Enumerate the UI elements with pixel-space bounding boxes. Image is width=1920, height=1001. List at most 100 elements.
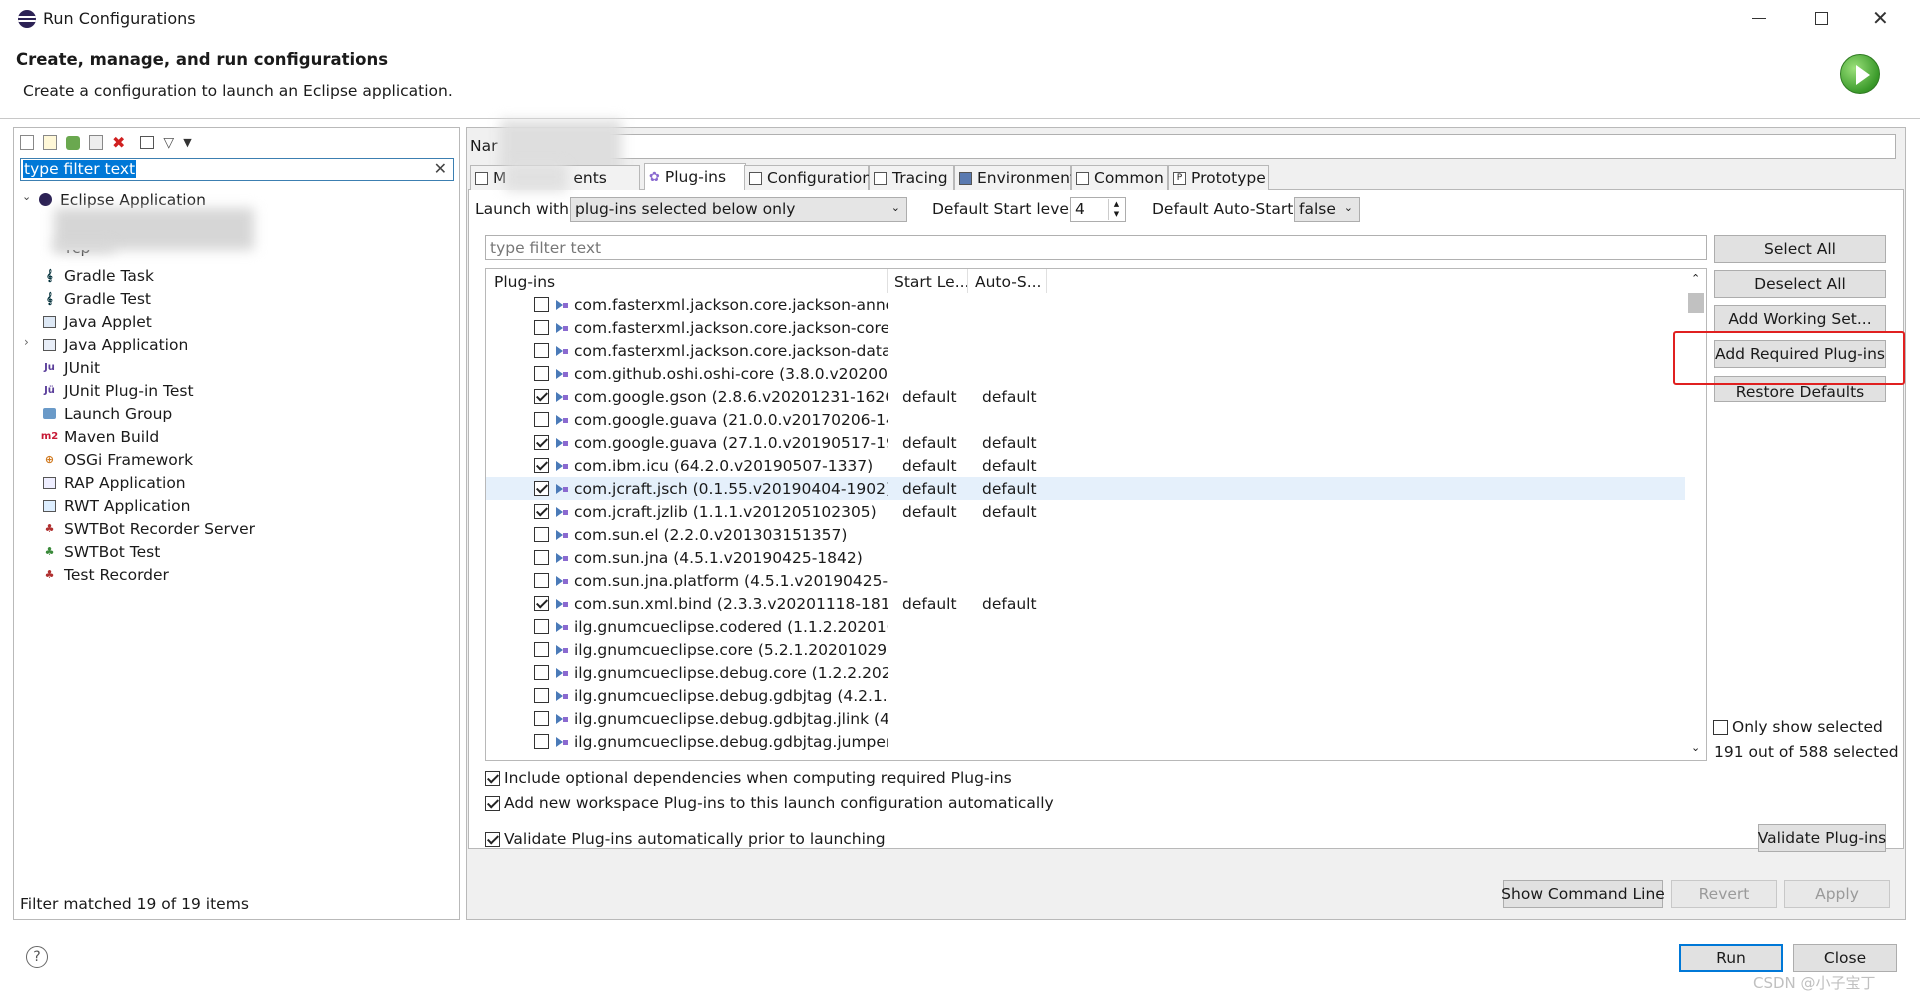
tree-item-swtbot-recorder-server[interactable]: ♣ SWTBot Recorder Server (42, 517, 255, 540)
plugin-checkbox[interactable] (534, 504, 549, 519)
column-header-auto-start[interactable]: Auto-S... (975, 273, 1042, 291)
plugin-auto-start[interactable]: default (982, 434, 1037, 452)
spinner-arrows-icon[interactable]: ▲ ▼ (1108, 199, 1124, 220)
launch-with-select[interactable]: plug-ins selected below only ⌄ (570, 197, 907, 222)
plugin-start-level[interactable]: default (902, 434, 957, 452)
plugin-auto-start[interactable]: default (982, 480, 1037, 498)
delete-icon[interactable]: ✖ (112, 133, 125, 152)
plugin-row[interactable]: ilg.gnumcueclipse.debug.gdbjtag (4.2.1.2… (486, 684, 1686, 707)
plugin-auto-start[interactable]: default (982, 595, 1037, 613)
plugin-row[interactable]: com.ibm.icu (64.2.0.v20190507-1337) defau… (486, 454, 1686, 477)
tab-plugins[interactable]: ✿ Plug-ins (644, 163, 746, 190)
start-level-spinner[interactable]: 4 ▲ ▼ (1070, 197, 1126, 222)
name-input[interactable] (600, 134, 1896, 159)
select-all-button[interactable]: Select All (1714, 235, 1886, 263)
config-filter-input[interactable]: type filter text ✕ (20, 158, 454, 181)
plugin-start-level[interactable]: default (902, 595, 957, 613)
export-icon[interactable] (66, 135, 80, 150)
plugin-row[interactable]: ilg.gnumcueclipse.core (5.2.1.2020102920… (486, 638, 1686, 661)
tab-common[interactable]: Common (1071, 165, 1168, 190)
help-icon[interactable]: ? (26, 946, 48, 968)
plugin-checkbox[interactable] (534, 734, 549, 749)
plugin-row[interactable]: com.fasterxml.jackson.core.jackson-core … (486, 316, 1686, 339)
plugin-checkbox[interactable] (534, 711, 549, 726)
plugin-checkbox[interactable] (534, 688, 549, 703)
clear-filter-icon[interactable]: ✕ (434, 159, 447, 178)
plugin-checkbox[interactable] (534, 619, 549, 634)
plugin-row[interactable]: ilg.gnumcueclipse.debug.core (1.2.2.2020… (486, 661, 1686, 684)
plugin-checkbox[interactable] (534, 550, 549, 565)
plugin-row[interactable]: ilg.gnumcueclipse.debug.gdbjtag.jumper ( (486, 730, 1686, 753)
tree-expander-icon[interactable]: › (24, 335, 29, 349)
filter-icon[interactable]: ▽ (163, 135, 174, 151)
plugin-start-level[interactable]: default (902, 388, 957, 406)
close-button[interactable]: Close (1793, 944, 1897, 972)
plugin-row[interactable]: com.fasterxml.jackson.core.jackson-datab… (486, 339, 1686, 362)
plugin-auto-start[interactable]: default (982, 503, 1037, 521)
plugin-checkbox[interactable] (534, 297, 549, 312)
scroll-up-icon[interactable]: ⌃ (1691, 272, 1700, 285)
validate-plugins-button[interactable]: Validate Plug-ins (1758, 824, 1886, 852)
tree-item-swtbot-test[interactable]: ♣ SWTBot Test (42, 540, 161, 563)
deselect-all-button[interactable]: Deselect All (1714, 270, 1886, 298)
plugin-row[interactable]: com.fasterxml.jackson.core.jackson-annot… (486, 293, 1686, 316)
add-working-set-button[interactable]: Add Working Set... (1714, 305, 1886, 333)
scroll-thumb[interactable] (1688, 293, 1704, 313)
tree-item-gradle-task[interactable]: 𝄞 Gradle Task (42, 264, 154, 287)
plugin-checkbox[interactable] (534, 458, 549, 473)
only-show-selected[interactable]: Only show selected (1713, 718, 1883, 736)
scroll-down-icon[interactable]: ⌄ (1691, 741, 1700, 754)
column-header-start-level[interactable]: Start Le... (894, 273, 969, 291)
plugin-start-level[interactable]: default (902, 457, 957, 475)
plugin-row[interactable]: com.sun.jna (4.5.1.v20190425-1842) (486, 546, 1686, 569)
plugin-start-level[interactable]: default (902, 480, 957, 498)
plugin-auto-start[interactable]: default (982, 388, 1037, 406)
tree-item-rap-application[interactable]: RAP Application (42, 471, 186, 494)
tab-configuration[interactable]: Configuration (744, 165, 872, 190)
plugin-filter-input[interactable]: type filter text (485, 235, 1707, 260)
add-new-workspace-option[interactable]: Add new workspace Plug-ins to this launc… (485, 794, 1054, 812)
show-command-line-button[interactable]: Show Command Line (1501, 880, 1665, 908)
plugin-row[interactable]: ilg.gnumcueclipse.debug.gdbjtag.jlink (4… (486, 707, 1686, 730)
run-button[interactable]: Run (1679, 944, 1783, 972)
plugin-checkbox[interactable] (534, 481, 549, 496)
plugin-auto-start[interactable]: default (982, 457, 1037, 475)
plugin-checkbox[interactable] (534, 665, 549, 680)
plugin-checkbox[interactable] (534, 366, 549, 381)
include-optional-checkbox[interactable] (485, 770, 500, 786)
maximize-icon[interactable] (1815, 12, 1828, 25)
include-optional-option[interactable]: Include optional dependencies when compu… (485, 769, 1012, 787)
tree-expander-icon[interactable]: ⌄ (22, 190, 31, 203)
tree-item-rwt-application[interactable]: RWT Application (42, 494, 190, 517)
plugin-checkbox[interactable] (534, 642, 549, 657)
plugin-row[interactable]: com.sun.jna.platform (4.5.1.v20190425-18… (486, 569, 1686, 592)
revert-button[interactable]: Revert (1671, 880, 1777, 908)
column-header-plugins[interactable]: Plug-ins (494, 273, 555, 291)
tree-item-junit-plugin-test[interactable]: Jü JUnit Plug-in Test (42, 379, 193, 402)
plugin-row[interactable]: com.google.gson (2.8.6.v20201231-1626) de… (486, 385, 1686, 408)
plugin-checkbox[interactable] (534, 573, 549, 588)
plugin-checkbox[interactable] (534, 412, 549, 427)
close-icon[interactable]: ✕ (1872, 6, 1889, 30)
tab-environment[interactable]: Environment (954, 165, 1076, 190)
tree-item-junit[interactable]: Ju JUnit (42, 356, 100, 379)
tab-tracing[interactable]: Tracing (869, 165, 954, 190)
view-menu-icon[interactable]: ▼ (183, 136, 191, 149)
tree-item-launch-group[interactable]: Launch Group (42, 402, 172, 425)
plugin-checkbox[interactable] (534, 435, 549, 450)
auto-start-select[interactable]: false ⌄ (1294, 197, 1360, 222)
plugin-row[interactable]: com.sun.el (2.2.0.v201303151357) (486, 523, 1686, 546)
tree-item-osgi-framework[interactable]: ⊕ OSGi Framework (42, 448, 193, 471)
plugin-row[interactable]: ilg.gnumcueclipse.codered (1.1.2.2020102 (486, 615, 1686, 638)
plugin-row[interactable]: com.google.guava (27.1.0.v20190517-1946 d… (486, 431, 1686, 454)
tree-item-test-recorder[interactable]: ♣ Test Recorder (42, 563, 169, 586)
tree-item-java-applet[interactable]: Java Applet (42, 310, 152, 333)
plugin-checkbox[interactable] (534, 527, 549, 542)
tree-item-java-application[interactable]: Java Application (42, 333, 188, 356)
plugin-row[interactable]: com.jcraft.jsch (0.1.55.v20190404-1902) d… (486, 477, 1685, 500)
plugin-row[interactable]: com.google.guava (21.0.0.v20170206-1425 (486, 408, 1686, 431)
plugin-checkbox[interactable] (534, 389, 549, 404)
plugin-row[interactable]: com.jcraft.jzlib (1.1.1.v201205102305) de… (486, 500, 1686, 523)
new-prototype-icon[interactable] (43, 135, 57, 150)
tab-prototype[interactable]: P Prototype (1168, 165, 1269, 190)
